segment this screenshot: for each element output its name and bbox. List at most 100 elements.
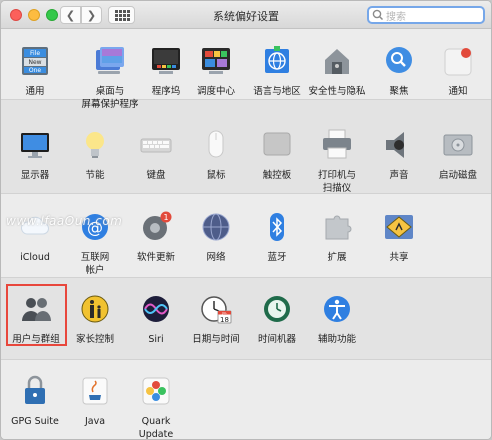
pane-language-region[interactable]: 语言与地区: [243, 44, 311, 98]
pane-energy-saver[interactable]: 节能: [61, 128, 129, 182]
time-machine-icon: [264, 296, 290, 322]
pane-label: Java: [84, 416, 106, 427]
pane-label: 软件更新: [136, 252, 175, 263]
pane-label: 显示器: [20, 170, 50, 181]
search-icon: [372, 9, 384, 21]
pane-label: 声音: [389, 170, 409, 181]
pane-quark-update[interactable]: Quark Update: [122, 374, 190, 440]
forward-button[interactable]: ❯: [81, 6, 102, 24]
pane-accessibility[interactable]: 辅助功能: [303, 292, 371, 346]
pane-bluetooth[interactable]: 蓝牙: [243, 210, 311, 264]
startup-disk-icon: [443, 134, 473, 156]
search-field[interactable]: 搜索: [367, 6, 485, 24]
pane-label: 辅助功能: [317, 334, 356, 345]
pane-label: 节能: [85, 170, 105, 181]
search-placeholder: 搜索: [386, 11, 406, 23]
pane-mission-control[interactable]: 调度中心: [182, 44, 250, 98]
chevron-left-icon: ❮: [65, 8, 76, 22]
pane-label: 语言与地区: [253, 86, 301, 97]
date-time-icon: JUL 18: [201, 296, 232, 324]
software-update-icon: 1: [143, 211, 172, 240]
security-privacy-icon: [325, 49, 349, 74]
svg-text:New: New: [28, 59, 41, 66]
sharing-icon: [385, 215, 413, 239]
pane-java[interactable]: Java: [61, 374, 129, 428]
pane-label: 打印机与 扫描仪: [317, 170, 356, 194]
pane-sound[interactable]: 声音: [365, 128, 433, 182]
pane-displays[interactable]: 显示器: [1, 128, 69, 182]
pane-mouse[interactable]: 鼠标: [182, 128, 250, 182]
show-all-button[interactable]: [108, 6, 135, 24]
quark-update-icon: [142, 377, 170, 405]
pane-sharing[interactable]: 共享: [365, 210, 433, 264]
pane-label: 聚焦: [389, 86, 409, 97]
chevron-right-icon: ❯: [86, 8, 97, 22]
keyboard-icon: [140, 138, 172, 153]
pane-network[interactable]: 网络: [182, 210, 250, 264]
language-region-icon: [265, 46, 289, 73]
pane-label: 扩展: [327, 252, 347, 263]
pane-siri[interactable]: Siri: [122, 292, 190, 346]
pane-general[interactable]: File New One 通用: [1, 44, 69, 98]
system-preferences-window: ❮ ❯ 系统偏好设置 搜索 File New One 通用 桌面与 屏幕保护程序…: [0, 0, 492, 440]
pane-label: GPG Suite: [11, 416, 59, 427]
displays-icon: [21, 133, 49, 158]
trackpad-icon: [263, 132, 291, 156]
pane-label: 触控板: [262, 170, 292, 181]
pane-label: 用户与群组: [12, 334, 60, 345]
pane-notifications[interactable]: 通知: [424, 44, 491, 98]
calendar-day: 18: [220, 316, 229, 324]
gpg-suite-icon: [25, 375, 45, 404]
mouse-icon: [208, 130, 224, 158]
pane-label: 互联网 帐户: [80, 252, 110, 276]
mission-control-icon: [202, 48, 230, 74]
pane-label: 网络: [206, 252, 226, 263]
parental-controls-icon: [81, 295, 109, 323]
svg-text:One: One: [29, 67, 42, 74]
desktop-screensaver-icon: [96, 47, 124, 74]
pane-users-groups[interactable]: 用户与群组: [2, 292, 70, 346]
pane-parental-controls[interactable]: 家长控制: [61, 292, 129, 346]
dock-icon: [152, 48, 180, 74]
zoom-window-button[interactable]: [46, 9, 58, 21]
pane-extensions[interactable]: 扩展: [303, 210, 371, 264]
pane-label: 键盘: [146, 170, 166, 181]
pane-label: 调度中心: [196, 86, 235, 97]
siri-icon: [143, 296, 169, 322]
pane-date-time[interactable]: JUL 18 日期与时间: [182, 292, 250, 346]
svg-text:File: File: [30, 50, 40, 57]
pane-label: 共享: [389, 252, 409, 263]
calendar-month: JUL: [221, 311, 227, 315]
users-groups-icon: [22, 298, 51, 321]
window-title: 系统偏好设置: [213, 10, 279, 23]
pane-time-machine[interactable]: 时间机器: [243, 292, 311, 346]
title-bar: ❮ ❯ 系统偏好设置 搜索: [1, 1, 491, 29]
pane-software-update[interactable]: 1 软件更新: [122, 210, 190, 264]
pane-gpg-suite[interactable]: GPG Suite: [1, 374, 69, 428]
minimize-window-button[interactable]: [28, 9, 40, 21]
pane-startup-disk[interactable]: 启动磁盘: [424, 128, 491, 182]
pane-security-privacy[interactable]: 安全性与隐私: [303, 44, 371, 98]
bluetooth-icon: [270, 213, 284, 241]
sound-icon: [386, 132, 404, 158]
pane-spotlight[interactable]: 聚焦: [365, 44, 433, 98]
pane-label: Quark Update: [138, 416, 174, 440]
general-icon: File New One: [22, 47, 48, 75]
energy-saver-icon: [86, 132, 104, 158]
network-icon: [202, 213, 230, 241]
pane-printers-scanners[interactable]: 打印机与 扫描仪: [303, 128, 371, 195]
update-count-badge: 1: [163, 213, 168, 222]
pane-label: 鼠标: [206, 170, 226, 181]
pane-label: 日期与时间: [192, 334, 240, 345]
back-button[interactable]: ❮: [60, 6, 81, 24]
pane-keyboard[interactable]: 键盘: [122, 128, 190, 182]
pane-label: iCloud: [20, 252, 50, 263]
close-window-button[interactable]: [10, 9, 22, 21]
pane-label: 蓝牙: [267, 252, 287, 263]
pane-label: 通知: [448, 86, 468, 97]
watermark-text: www.lfaaOun.com: [6, 214, 123, 228]
pane-label: 启动磁盘: [438, 170, 477, 181]
printers-scanners-icon: [323, 129, 351, 159]
pane-trackpad[interactable]: 触控板: [243, 128, 311, 182]
extensions-icon: [325, 215, 352, 240]
